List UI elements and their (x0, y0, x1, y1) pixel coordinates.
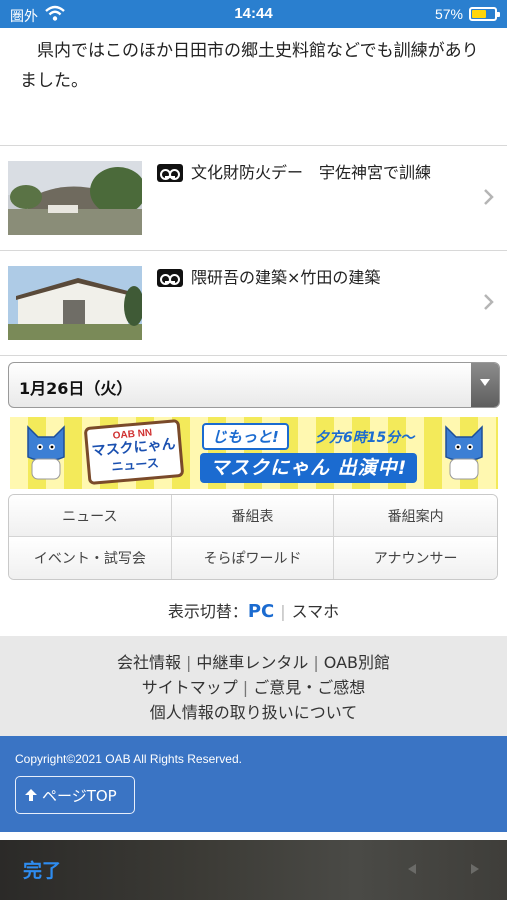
news-thumbnail (8, 161, 142, 235)
divider: | (313, 653, 319, 672)
article-paragraph: 県内ではこのほか日田市の郷土史料館などでも訓練がありました。 (20, 41, 479, 91)
promo-banner[interactable]: OAB NN マスクにゃん ニュース じもっと! 夕方6時15分～ マスクにゃん… (10, 417, 498, 489)
battery-percent: 57% (434, 6, 463, 22)
nav-news[interactable]: ニュース (9, 495, 172, 537)
battery-icon (469, 7, 500, 21)
chevron-right-icon (484, 189, 494, 205)
cat-mascot-icon (27, 425, 65, 480)
program-name: じもっと! (202, 423, 289, 450)
done-button[interactable]: 完了 (23, 856, 61, 883)
footer-link-company[interactable]: 会社情報 (117, 653, 181, 672)
keyboard-toolbar: 完了 (0, 840, 507, 900)
chevron-right-icon (484, 294, 494, 310)
news-thumbnail (8, 266, 142, 340)
site-nav: ニュース 番組表 番組案内 イベント・試写会 そらぽワールド アナウンサー (8, 494, 498, 580)
page-top-button[interactable]: ページTOP (15, 776, 135, 814)
page-bottom-edge (0, 832, 507, 840)
related-news-item[interactable]: 文化財防火デー 宇佐神宮で訓練 (0, 145, 507, 251)
cat-mascot-icon (445, 425, 483, 480)
date-select-value: 1月26日（火） (19, 379, 133, 398)
footer-link-relay-van[interactable]: 中継車レンタル (196, 653, 308, 672)
footer-row: 会社情報 | 中継車レンタル | OAB別館 (0, 650, 507, 675)
view-switch-label: 表示切替： (167, 602, 248, 621)
copyright-text: Copyright©2021 OAB All Rights Reserved. (15, 752, 242, 766)
next-field-icon[interactable] (468, 862, 482, 876)
nav-sorapo-world[interactable]: そらぽワールド (171, 537, 335, 579)
footer-link-privacy[interactable]: 個人情報の取り扱いについて (150, 703, 358, 722)
footer-links: 会社情報 | 中継車レンタル | OAB別館 サイトマップ | ご意見・ご感想 個人情報の取… (0, 636, 507, 736)
dropdown-arrow-icon[interactable] (471, 363, 499, 407)
smartphone-view-link[interactable]: スマホ (292, 602, 340, 621)
date-select[interactable]: 1月26日（火） (8, 362, 500, 408)
divider: | (242, 678, 249, 697)
footer-link-sitemap[interactable]: サイトマップ (142, 678, 238, 697)
appearance-text: マスクにゃん 出演中! (200, 453, 418, 483)
footer-link-annex[interactable]: OAB別館 (324, 653, 390, 672)
news-title: 文化財防火デー 宇佐神宮で訓練 (191, 163, 432, 182)
view-switch: 表示切替：PC | スマホ (0, 598, 507, 622)
divider: | (185, 653, 192, 672)
video-tape-icon (157, 164, 183, 182)
arrow-up-icon (25, 789, 37, 801)
nav-program-guide[interactable]: 番組案内 (334, 495, 497, 537)
page-top-label: ページTOP (42, 786, 117, 805)
video-tape-icon (157, 269, 183, 287)
divider: | (280, 602, 286, 621)
related-news-item[interactable]: 隈研吾の建築×竹田の建築 (0, 250, 507, 356)
broadcast-time: 夕方6時15分～ (315, 430, 415, 446)
news-title: 隈研吾の建築×竹田の建築 (191, 268, 381, 287)
status-bar: 圏外 14:44 57% (0, 0, 507, 28)
copyright-bar: Copyright©2021 OAB All Rights Reserved. … (0, 736, 507, 832)
footer-row: サイトマップ | ご意見・ご感想 (0, 675, 507, 700)
clock: 14:44 (234, 5, 273, 22)
previous-field-icon[interactable] (405, 862, 419, 876)
footer-row: 個人情報の取り扱いについて (0, 700, 507, 725)
nav-events[interactable]: イベント・試写会 (9, 537, 172, 579)
news-sign: OAB NN マスクにゃん ニュース (83, 418, 185, 486)
nav-announcers[interactable]: アナウンサー (334, 537, 497, 579)
nav-tv-schedule[interactable]: 番組表 (171, 495, 335, 537)
pc-view-link[interactable]: PC (248, 601, 274, 622)
footer-link-feedback[interactable]: ご意見・ご感想 (253, 678, 365, 697)
